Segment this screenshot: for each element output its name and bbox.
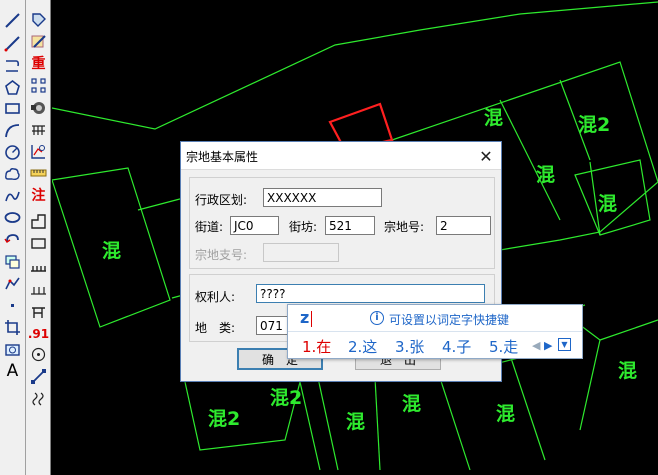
diagonal-tool-icon[interactable] [28,366,49,387]
cloud-tool-icon[interactable] [2,164,23,185]
district-field[interactable]: XXXXXX [263,188,382,207]
text-tool-icon[interactable]: A [2,361,23,382]
ime-composition: z [300,308,310,327]
street-label: 街道: [195,220,224,234]
dashed-line-icon[interactable] [28,279,49,300]
expand-candidates-icon[interactable]: ▼ [558,338,571,351]
redraw-label[interactable]: 重 [28,53,49,74]
owner-field[interactable]: ???? [256,284,485,303]
parcel-label: 混 [484,107,504,129]
measure-tool-icon[interactable] [2,273,23,294]
close-icon[interactable]: ✕ [471,142,501,170]
curve-tool-icon[interactable] [2,120,23,141]
elevation-label[interactable]: .91 [28,323,49,344]
ime-composition-bar: z i 可设置以词定字快捷键 [288,305,582,332]
layers-tool-icon[interactable] [2,251,23,272]
dialog-title: 宗地基本属性 [186,150,259,164]
break-symbol-icon[interactable] [28,389,49,410]
block-field[interactable]: 521 [325,216,375,235]
target-icon[interactable] [28,344,49,365]
land-class-label: 地 类: [195,321,236,335]
ime-candidate[interactable]: 5.走 [489,336,518,357]
parcel-no-label: 宗地号: [384,220,425,234]
dialog-titlebar[interactable]: 宗地基本属性 ✕ [181,142,501,170]
ime-caret [311,311,312,327]
ladder-icon[interactable] [28,119,49,140]
arc-tool-icon[interactable] [2,55,23,76]
circle-tool-icon[interactable] [2,142,23,163]
rect-outline-icon[interactable] [28,233,49,254]
node-grid-icon[interactable] [28,75,49,96]
line-tool-icon[interactable] [2,10,23,31]
street-field[interactable]: JC0 [230,216,279,235]
parcel-label: 混 [496,403,516,425]
page-prev-icon[interactable]: ◀ [532,339,540,352]
block-label: 街坊: [289,220,318,234]
ime-candidate[interactable]: 3.张 [395,336,424,357]
edit-vertex-icon[interactable] [28,9,49,30]
ime-candidate[interactable]: 1.在 [302,336,331,357]
note-label[interactable]: 注 [28,185,49,206]
polyline-tool-icon[interactable] [2,33,23,54]
parcel-label: 混 [536,164,556,186]
parcel-label: 混2 [270,387,303,409]
edit-toolbar: 重 注 .91 [26,0,51,475]
parcel-label: 混 [346,411,366,433]
ime-hint[interactable]: 可设置以词定字快捷键 [389,311,509,328]
comb-icon[interactable] [28,257,49,278]
parcel-label: 混 [618,360,638,382]
parcel-label: 混 [402,393,422,415]
parcel-no-field[interactable]: 2 [436,216,491,235]
info-icon: i [370,311,384,325]
clip-tool-icon[interactable] [2,317,23,338]
parcel-label: 混 [102,240,122,262]
sub-parcel-field [263,243,339,262]
ellipse-tool-icon[interactable] [2,207,23,228]
parcel-label: 混 [598,193,618,215]
shape-tool-icon[interactable] [2,339,23,360]
ime-candidate[interactable]: 4.子 [442,336,471,357]
owner-label: 权利人: [195,290,236,304]
camera-icon[interactable] [28,97,49,118]
ime-candidate[interactable]: 2.这 [348,336,377,357]
chart-edit-icon[interactable] [28,141,49,162]
stair-shape-icon[interactable] [28,211,49,232]
ruler-icon[interactable] [28,163,49,184]
rectangle-tool-icon[interactable] [2,98,23,119]
drawing-toolbar: A [0,0,26,475]
polygon-tool-icon[interactable] [2,77,23,98]
paint-icon[interactable] [28,31,49,52]
parcel-label: 混2 [208,408,241,430]
spline-tool-icon[interactable] [2,186,23,207]
sub-parcel-label: 宗地支号: [195,248,248,262]
parcel-label: 混2 [578,114,611,136]
gate-icon[interactable] [28,301,49,322]
page-next-icon[interactable]: ▶ [544,339,552,352]
ime-candidate-popup: z i 可设置以词定字快捷键 1.在 2.这 3.张 4.子 5.走 ◀ ▶ ▼ [287,304,583,359]
point-tool-icon[interactable] [2,295,23,316]
district-label: 行政区划: [195,193,248,207]
rotate-tool-icon[interactable] [2,229,23,250]
